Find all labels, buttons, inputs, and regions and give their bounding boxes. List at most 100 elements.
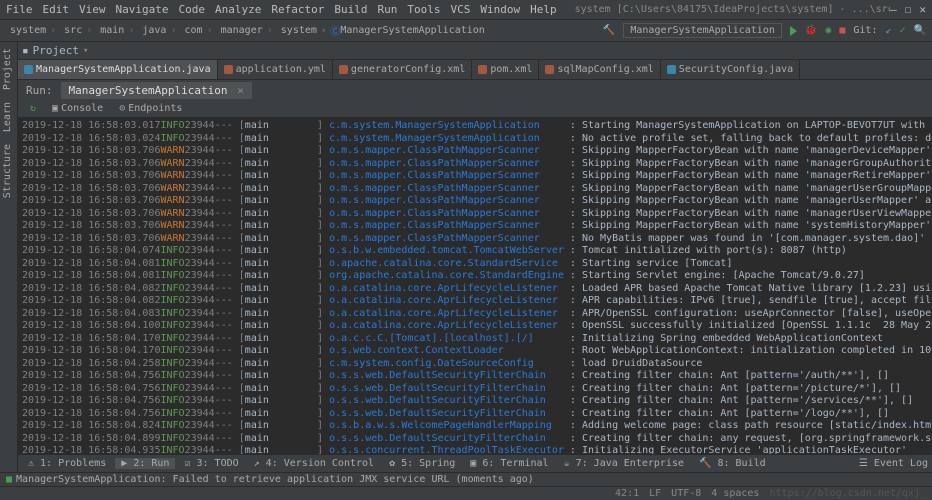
log-line: 2019-12-18 16:58:04.756 INFO 23944 --- [… — [22, 408, 928, 421]
menu-edit[interactable]: Edit — [43, 3, 70, 16]
indent[interactable]: 4 spaces — [711, 488, 759, 499]
run-config[interactable]: ManagerSystemApplication — [623, 23, 782, 38]
close-icon[interactable]: ✕ — [919, 3, 926, 16]
menu-tools[interactable]: Tools — [407, 3, 440, 16]
log-line: 2019-12-18 16:58:04.756 INFO 23944 --- [… — [22, 395, 928, 408]
file-path: [C:\Users\84175\IdeaProjects\system] - .… — [617, 4, 890, 15]
menu-window[interactable]: Window — [480, 3, 520, 16]
git-label: Git: — [853, 25, 877, 36]
log-line: 2019-12-18 16:58:04.258 INFO 23944 --- [… — [22, 358, 928, 371]
search-icon[interactable]: 🔍 — [914, 25, 926, 36]
file-icon — [545, 65, 554, 74]
editor-tabs: ManagerSystemApplication.javaapplication… — [18, 60, 932, 80]
hammer-icon[interactable]: 🔨 — [603, 25, 615, 36]
debug-icon[interactable]: 🐞 — [805, 25, 817, 36]
log-line: 2019-12-18 16:58:03.706 WARN 23944 --- [… — [22, 158, 928, 171]
log-line: 2019-12-18 16:58:03.706 WARN 23944 --- [… — [22, 208, 928, 221]
console-output[interactable]: 2019-12-18 16:58:03.017 INFO 23944 --- [… — [18, 118, 932, 480]
menu-build[interactable]: Build — [334, 3, 367, 16]
bottom-run[interactable]: ▶ 2: Run — [115, 458, 175, 469]
tab-generatorConfig.xml[interactable]: generatorConfig.xml — [333, 60, 472, 79]
bottom-spring[interactable]: ✿ 5: Spring — [383, 458, 461, 469]
menubar: File Edit View Navigate Code Analyze Refactor B… — [0, 0, 932, 20]
git-update-icon[interactable]: ↙ — [885, 25, 891, 36]
log-line: 2019-12-18 16:58:04.082 INFO 23944 --- [… — [22, 295, 928, 308]
maximize-icon[interactable]: ☐ — [905, 3, 912, 16]
bottom-todo[interactable]: ☑ 3: TODO — [178, 458, 244, 469]
menu-file[interactable]: File — [6, 3, 33, 16]
endpoints-tab[interactable]: ⊙ Endpoints — [119, 103, 182, 114]
event-log-button[interactable]: ☰ Event Log — [859, 458, 928, 469]
close-icon[interactable]: × — [230, 84, 243, 97]
bc-part[interactable]: manager — [221, 25, 263, 36]
menu-help[interactable]: Help — [530, 3, 557, 16]
run-subtabs: ↻ ▣ Console ⊙ Endpoints — [18, 100, 932, 118]
run-toolwindow-header: Run: ManagerSystemApplication × — [18, 80, 932, 100]
file-icon — [224, 65, 233, 74]
menu-navigate[interactable]: Navigate — [116, 3, 169, 16]
bottom-toolbar: ⚠ 1: Problems▶ 2: Run☑ 3: TODO ↗ 4: Versi… — [18, 454, 932, 472]
log-line: 2019-12-18 16:58:04.756 INFO 23944 --- [… — [22, 383, 928, 396]
encoding[interactable]: UTF-8 — [671, 488, 701, 499]
bc-part[interactable]: system — [281, 25, 317, 36]
menu-refactor[interactable]: Refactor — [271, 3, 324, 16]
minimize-icon[interactable]: — — [890, 3, 897, 16]
log-line: 2019-12-18 16:58:03.706 WARN 23944 --- [… — [22, 195, 928, 208]
bottom-terminal[interactable]: ▣ 6: Terminal — [464, 458, 554, 469]
rerun-icon[interactable]: ↻ — [30, 103, 36, 114]
coverage-icon[interactable]: ◉ — [825, 25, 831, 36]
watermark: https://blog.csdn.net/qxj_ — [769, 488, 926, 499]
project-toolwindow-header[interactable]: ▪Project ▾ — [18, 42, 932, 60]
cursor-pos: 42:1 — [615, 488, 639, 499]
bc-part[interactable]: com — [185, 25, 203, 36]
sidebar-learn[interactable]: Learn — [0, 96, 15, 138]
stop-icon[interactable]: ■ — [839, 25, 845, 36]
log-line: 2019-12-18 16:58:04.100 INFO 23944 --- [… — [22, 320, 928, 333]
project-name: system — [575, 4, 611, 15]
log-line: 2019-12-18 16:58:04.074 INFO 23944 --- [… — [22, 245, 928, 258]
log-line: 2019-12-18 16:58:03.017 INFO 23944 --- [… — [22, 120, 928, 133]
bottom-problems[interactable]: ⚠ 1: Problems — [22, 458, 112, 469]
tab-application.yml[interactable]: application.yml — [218, 60, 333, 79]
run-tab[interactable]: ManagerSystemApplication × — [61, 82, 252, 99]
sidebar-structure[interactable]: Structure — [0, 138, 15, 204]
bottom-version-control[interactable]: ↗ 4: Version Control — [248, 458, 380, 469]
bc-part[interactable]: src — [64, 25, 82, 36]
file-icon — [339, 65, 348, 74]
bottom-java-enterprise[interactable]: ☕ 7: Java Enterprise — [558, 458, 690, 469]
file-icon — [24, 65, 33, 74]
log-line: 2019-12-18 16:58:04.081 INFO 23944 --- [… — [22, 258, 928, 271]
log-line: 2019-12-18 16:58:04.083 INFO 23944 --- [… — [22, 308, 928, 321]
console-tab[interactable]: ▣ Console — [52, 103, 103, 114]
line-ending[interactable]: LF — [649, 488, 661, 499]
file-icon — [667, 65, 676, 74]
breadcrumb: system›src›main›java›com›manager›system … — [0, 20, 932, 42]
log-line: 2019-12-18 16:58:04.899 INFO 23944 --- [… — [22, 433, 928, 446]
bottom-build[interactable]: 🔨 8: Build — [693, 458, 772, 469]
bc-part[interactable]: java — [142, 25, 166, 36]
sidebar-project[interactable]: Project — [0, 42, 15, 96]
git-commit-icon[interactable]: ✓ — [900, 25, 906, 36]
menu-vcs[interactable]: VCS — [450, 3, 470, 16]
bc-part[interactable]: main — [100, 25, 124, 36]
status-bar: 42:1 LF UTF-8 4 spaces https://blog.csdn… — [0, 486, 932, 500]
menu-run[interactable]: Run — [377, 3, 397, 16]
breadcrumb-file[interactable]: ManagerSystemApplication — [340, 25, 485, 36]
tab-ManagerSystemApplication.java[interactable]: ManagerSystemApplication.java — [18, 60, 218, 79]
bc-part[interactable]: system — [10, 25, 46, 36]
log-line: 2019-12-18 16:58:03.706 WARN 23944 --- [… — [22, 220, 928, 233]
run-icon[interactable] — [790, 26, 797, 36]
menu-view[interactable]: View — [79, 3, 106, 16]
status-message: ■ManagerSystemApplication: Failed to ret… — [0, 472, 932, 486]
tab-sqlMapConfig.xml[interactable]: sqlMapConfig.xml — [539, 60, 660, 79]
tab-SecurityConfig.java[interactable]: SecurityConfig.java — [661, 60, 800, 79]
log-line: 2019-12-18 16:58:04.081 INFO 23944 --- [… — [22, 270, 928, 283]
run-label: Run: — [18, 84, 61, 97]
log-line: 2019-12-18 16:58:03.706 WARN 23944 --- [… — [22, 145, 928, 158]
tab-pom.xml[interactable]: pom.xml — [472, 60, 539, 79]
menu-code[interactable]: Code — [178, 3, 205, 16]
log-line: 2019-12-18 16:58:04.170 INFO 23944 --- [… — [22, 333, 928, 346]
menu-analyze[interactable]: Analyze — [215, 3, 261, 16]
log-line: 2019-12-18 16:58:04.756 INFO 23944 --- [… — [22, 370, 928, 383]
log-line: 2019-12-18 16:58:03.706 WARN 23944 --- [… — [22, 183, 928, 196]
